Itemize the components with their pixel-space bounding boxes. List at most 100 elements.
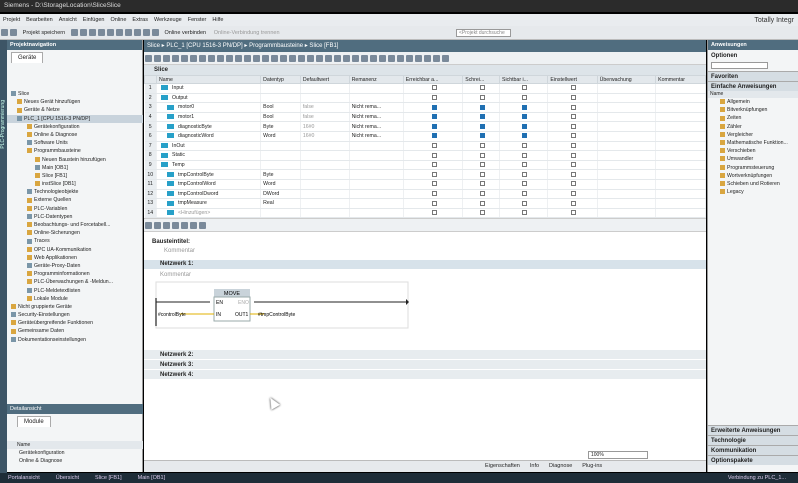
network-header[interactable]: Netzwerk 3: <box>144 360 706 371</box>
tab-devices[interactable]: Geräte <box>11 52 44 63</box>
tree-item[interactable]: Geräteübergreifende Funktionen <box>7 319 143 327</box>
checkbox[interactable] <box>479 123 485 129</box>
retain-cell[interactable] <box>349 179 404 190</box>
tree-item[interactable]: Gerätekonfiguration <box>7 123 143 131</box>
retain-cell[interactable] <box>349 169 404 180</box>
side-strip[interactable]: PLC-Programmierung <box>0 40 7 473</box>
column-header[interactable] <box>144 75 157 84</box>
name-cell[interactable]: tmpControlByte <box>156 169 262 180</box>
new-project-icon[interactable] <box>1 29 8 36</box>
ladder-element-icon[interactable] <box>181 222 188 230</box>
checkbox[interactable] <box>571 200 577 206</box>
default-cell[interactable]: 16#0 <box>300 131 350 142</box>
default-cell[interactable] <box>300 189 350 200</box>
go-offline-button[interactable]: Online-Verbindung trennen <box>214 26 280 40</box>
menu-item[interactable]: Online <box>111 17 127 23</box>
ladder-element-icon[interactable] <box>199 222 206 230</box>
editor-tool-icon[interactable] <box>163 55 170 62</box>
retain-cell[interactable] <box>349 141 404 152</box>
in-operand[interactable]: #controlByte <box>158 312 186 318</box>
checkbox[interactable] <box>479 200 485 206</box>
instruction-group[interactable]: Bitverknüpfungen <box>708 106 798 114</box>
instruction-section[interactable]: Optionspakete <box>708 455 798 465</box>
tree-item[interactable]: Programminformationen <box>7 270 143 278</box>
default-cell[interactable] <box>300 169 350 180</box>
name-cell[interactable]: InOut <box>156 141 262 152</box>
checkbox[interactable] <box>522 133 528 139</box>
menu-item[interactable]: Hilfe <box>212 17 223 23</box>
checkbox[interactable] <box>479 171 485 177</box>
tree-item[interactable]: Traces <box>7 237 143 245</box>
checkbox[interactable] <box>522 104 528 110</box>
editor-tool-icon[interactable] <box>262 55 269 62</box>
checkbox[interactable] <box>522 181 528 187</box>
checkbox[interactable] <box>522 171 528 177</box>
datatype-cell[interactable]: DWord <box>260 189 301 200</box>
editor-tool-icon[interactable] <box>361 55 368 62</box>
default-cell[interactable]: false <box>300 102 350 113</box>
upload-icon[interactable] <box>142 29 150 36</box>
default-cell[interactable] <box>300 150 350 161</box>
comment-cell[interactable] <box>655 169 706 180</box>
editor-tool-icon[interactable] <box>145 55 152 62</box>
save-project-button[interactable]: Projekt speichern <box>23 26 66 40</box>
block-title-label[interactable]: Bausteintitel: <box>144 238 706 247</box>
table-row[interactable]: 7 InOut <box>144 141 706 152</box>
network-header[interactable]: Netzwerk 4: <box>144 370 706 381</box>
checkbox[interactable] <box>522 152 528 158</box>
tree-item[interactable]: PLC-Meldetextlisten <box>7 287 143 295</box>
table-row[interactable]: 11 tmpControlWord Word <box>144 179 706 190</box>
taskbar-item[interactable]: Slice [FB1] <box>95 475 122 481</box>
menu-item[interactable]: Werkzeuge <box>154 17 182 23</box>
tree-item[interactable]: Neues Gerät hinzufügen <box>7 98 143 106</box>
checkbox[interactable] <box>431 114 437 120</box>
checkbox[interactable] <box>522 190 528 196</box>
column-header[interactable]: Name <box>155 75 262 84</box>
default-cell[interactable] <box>300 208 350 219</box>
instruction-section[interactable]: Erweiterte Anweisungen <box>708 425 798 435</box>
checkbox[interactable] <box>522 95 528 101</box>
datatype-cell[interactable]: Byte <box>260 169 301 180</box>
editor-tool-icon[interactable] <box>244 55 251 62</box>
editor-tool-icon[interactable] <box>298 55 305 62</box>
datatype-cell[interactable]: Real <box>260 198 301 209</box>
paste-icon[interactable] <box>88 29 96 36</box>
status-tab[interactable]: Plug-ins <box>577 461 607 472</box>
tree-item[interactable]: Web Applikationen <box>7 254 143 262</box>
checkbox[interactable] <box>479 181 485 187</box>
comment-cell[interactable] <box>655 83 706 94</box>
table-row[interactable]: 5 diagnosticByte Byte 16#0 Nicht rema... <box>144 121 706 132</box>
column-header[interactable]: Defaultwert <box>299 75 350 84</box>
taskbar-item[interactable]: Portalansicht <box>8 475 40 481</box>
checkbox[interactable] <box>479 190 485 196</box>
ladder-element-icon[interactable] <box>145 222 152 230</box>
checkbox[interactable] <box>522 200 528 206</box>
column-header[interactable]: Kommentar <box>655 75 706 84</box>
editor-tool-icon[interactable] <box>271 55 278 62</box>
datatype-cell[interactable]: Word <box>260 131 301 142</box>
editor-tool-icon[interactable] <box>325 55 332 62</box>
instruction-group[interactable]: Zeiten <box>708 114 798 122</box>
network-1-header[interactable]: Netzwerk 1: <box>144 260 706 270</box>
datatype-cell[interactable] <box>260 160 301 171</box>
name-cell[interactable]: tmpControlDword <box>156 189 262 200</box>
tree-item[interactable]: Gemeinsame Daten <box>7 327 143 335</box>
editor-tool-icon[interactable] <box>334 55 341 62</box>
checkbox[interactable] <box>522 123 528 129</box>
copy-icon[interactable] <box>79 29 87 36</box>
table-row[interactable]: 4 motor1 Bool false Nicht rema... <box>144 112 706 123</box>
menu-item[interactable]: Projekt <box>3 17 20 23</box>
checkbox[interactable] <box>571 133 577 139</box>
table-row[interactable]: 13 tmpMeasure Real <box>144 198 706 209</box>
checkbox[interactable] <box>479 162 485 168</box>
retain-cell[interactable] <box>349 189 404 200</box>
checkbox[interactable] <box>431 142 437 148</box>
editor-tool-icon[interactable] <box>316 55 323 62</box>
undo-icon[interactable] <box>106 29 114 36</box>
checkbox[interactable] <box>479 95 485 101</box>
name-cell[interactable]: Output <box>156 93 262 104</box>
datatype-cell[interactable] <box>260 93 301 104</box>
name-cell[interactable]: tmpControlWord <box>156 179 262 190</box>
comment-cell[interactable] <box>655 112 706 123</box>
editor-tool-icon[interactable] <box>190 55 197 62</box>
